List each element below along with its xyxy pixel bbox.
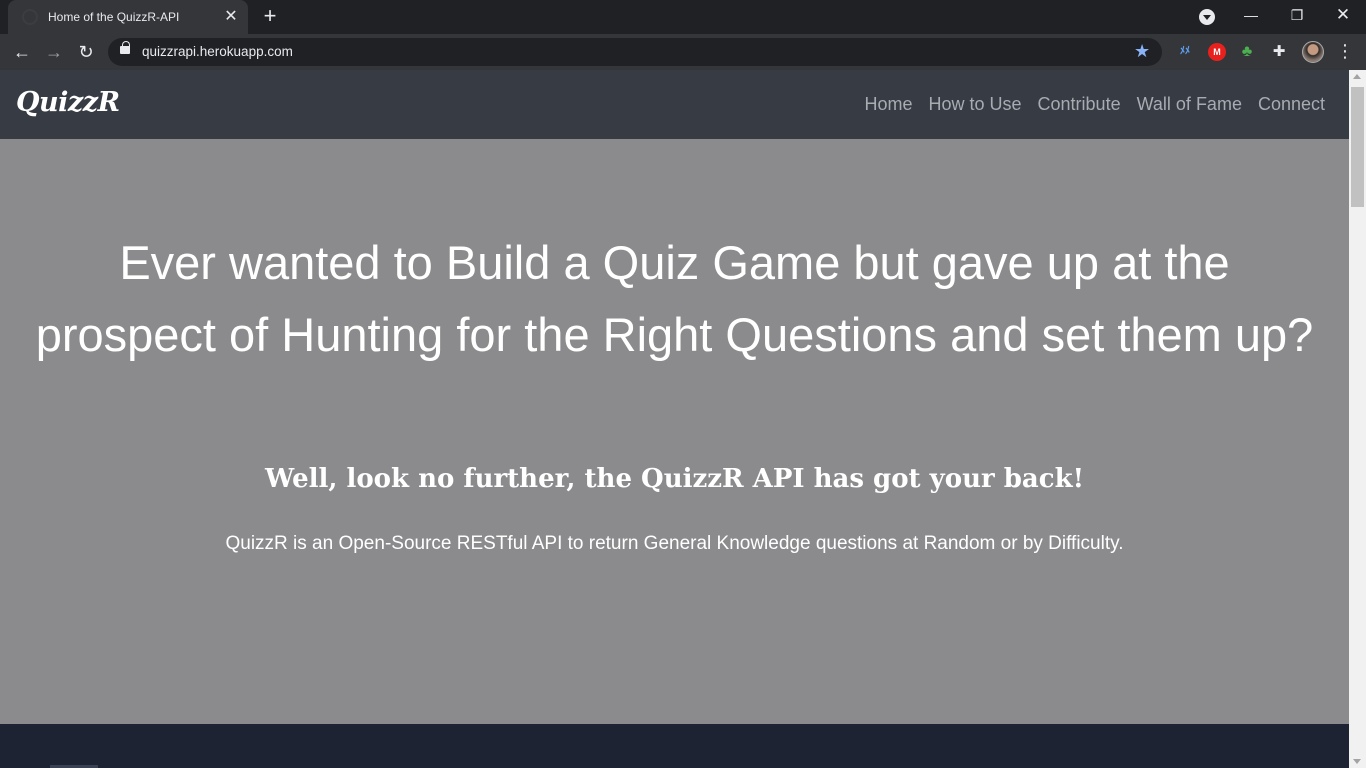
browser-tab[interactable]: Home of the QuizzR-API ✕	[8, 0, 248, 34]
browser-titlebar: Home of the QuizzR-API ✕ + — ❐ ✕	[0, 0, 1366, 34]
nav-links: Home How to Use Contribute Wall of Fame …	[864, 94, 1325, 115]
forward-arrow-icon[interactable]: →	[42, 40, 66, 64]
minimize-button[interactable]: —	[1228, 0, 1274, 32]
restore-button[interactable]: ❐	[1274, 0, 1320, 32]
browser-toolbar: ← → ↻ quizzrapi.herokuapp.com ★ ﾒﾒ M ♣ ✚…	[0, 34, 1366, 70]
scroll-up-arrow-icon[interactable]	[1353, 74, 1361, 79]
url-text[interactable]: quizzrapi.herokuapp.com	[142, 44, 293, 59]
kebab-menu-icon[interactable]: ⋮	[1336, 41, 1354, 63]
next-section-band	[0, 724, 1349, 768]
close-window-button[interactable]: ✕	[1320, 0, 1366, 32]
hero-title: Ever wanted to Build a Quiz Game but gav…	[35, 236, 1314, 361]
tab-title: Home of the QuizzR-API	[48, 10, 180, 24]
tree-icon[interactable]: ♣	[1238, 43, 1256, 61]
site-logo[interactable]: QuizzR	[16, 87, 120, 118]
bookmark-star-icon[interactable]: ★	[1134, 41, 1150, 61]
hero-description: QuizzR is an Open-Source RESTful API to …	[225, 533, 1124, 554]
page-scrollbar[interactable]	[1349, 70, 1366, 768]
extension-blue-icon[interactable]: ﾒﾒ	[1176, 43, 1194, 61]
tab-favicon-icon	[22, 9, 38, 25]
hero-section: Ever wanted to Build a Quiz Game but gav…	[0, 139, 1349, 724]
page-viewport: QuizzR Home How to Use Contribute Wall o…	[0, 70, 1349, 768]
back-arrow-icon[interactable]: ←	[10, 40, 34, 64]
address-bar[interactable]: quizzrapi.herokuapp.com ★	[108, 38, 1162, 66]
profile-avatar[interactable]	[1302, 41, 1324, 63]
nav-link-how-to-use[interactable]: How to Use	[928, 94, 1021, 115]
new-tab-button[interactable]: +	[258, 5, 282, 29]
nav-link-connect[interactable]: Connect	[1258, 94, 1325, 115]
hero-subtitle: Well, look no further, the QuizzR API ha…	[264, 464, 1085, 494]
mega-icon[interactable]: M	[1208, 43, 1226, 61]
nav-link-contribute[interactable]: Contribute	[1038, 94, 1121, 115]
scroll-thumb[interactable]	[1351, 87, 1364, 207]
lock-icon[interactable]	[120, 41, 130, 54]
tab-close-icon[interactable]: ✕	[222, 8, 240, 26]
nav-link-wall-of-fame[interactable]: Wall of Fame	[1137, 94, 1242, 115]
reload-icon[interactable]: ↻	[74, 40, 98, 64]
puzzle-icon[interactable]: ✚	[1270, 43, 1288, 61]
site-navbar: QuizzR Home How to Use Contribute Wall o…	[0, 70, 1349, 139]
scroll-down-arrow-icon[interactable]	[1353, 759, 1361, 764]
nav-link-home[interactable]: Home	[864, 94, 912, 115]
tab-search-icon[interactable]	[1199, 9, 1215, 25]
